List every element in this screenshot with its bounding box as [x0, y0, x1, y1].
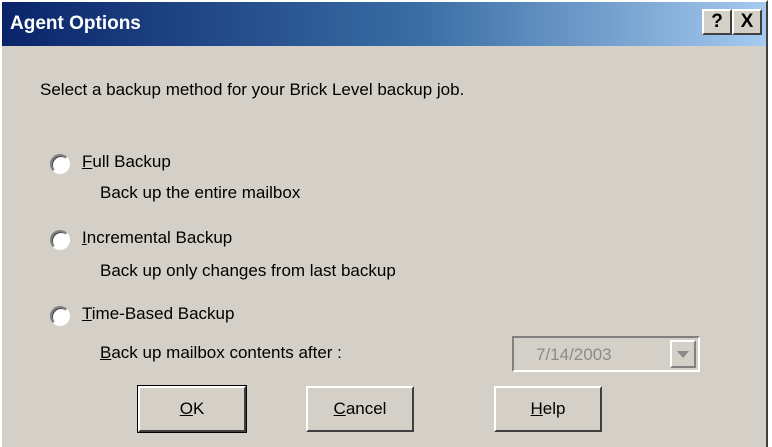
after-date-value: 7/14/2003: [536, 345, 612, 364]
incremental-backup-radio[interactable]: [50, 230, 70, 250]
cancel-button[interactable]: Cancel: [306, 386, 414, 432]
question-mark-icon: ?: [711, 11, 723, 32]
full-backup-label[interactable]: Full Backup: [82, 152, 171, 172]
access-key: T: [82, 304, 92, 323]
ok-button[interactable]: OK: [137, 385, 247, 433]
access-key: F: [82, 152, 93, 171]
title-bar: Agent Options ? X: [2, 2, 766, 46]
time-based-backup-radio[interactable]: [50, 306, 70, 326]
close-icon: X: [740, 11, 754, 32]
time-based-backup-label[interactable]: Time-Based Backup: [82, 304, 234, 324]
incremental-backup-label[interactable]: Incremental Backup: [82, 228, 232, 248]
title-help-button[interactable]: ?: [702, 9, 732, 35]
window-title: Agent Options: [10, 13, 141, 34]
instruction-text: Select a backup method for your Brick Le…: [40, 80, 465, 99]
incremental-backup-description: Back up only changes from last backup: [100, 261, 396, 280]
chevron-down-icon: [677, 350, 689, 358]
help-button[interactable]: Help: [494, 386, 602, 432]
full-backup-radio[interactable]: [50, 154, 70, 174]
date-dropdown-button[interactable]: [670, 340, 696, 368]
after-date-label: Back up mailbox contents after :: [100, 343, 342, 362]
full-backup-description: Back up the entire mailbox: [100, 183, 301, 202]
after-date-picker[interactable]: 7/14/2003: [512, 336, 700, 372]
title-close-button[interactable]: X: [732, 9, 762, 35]
agent-options-dialog: Agent Options ? X Select a backup method…: [0, 0, 768, 447]
